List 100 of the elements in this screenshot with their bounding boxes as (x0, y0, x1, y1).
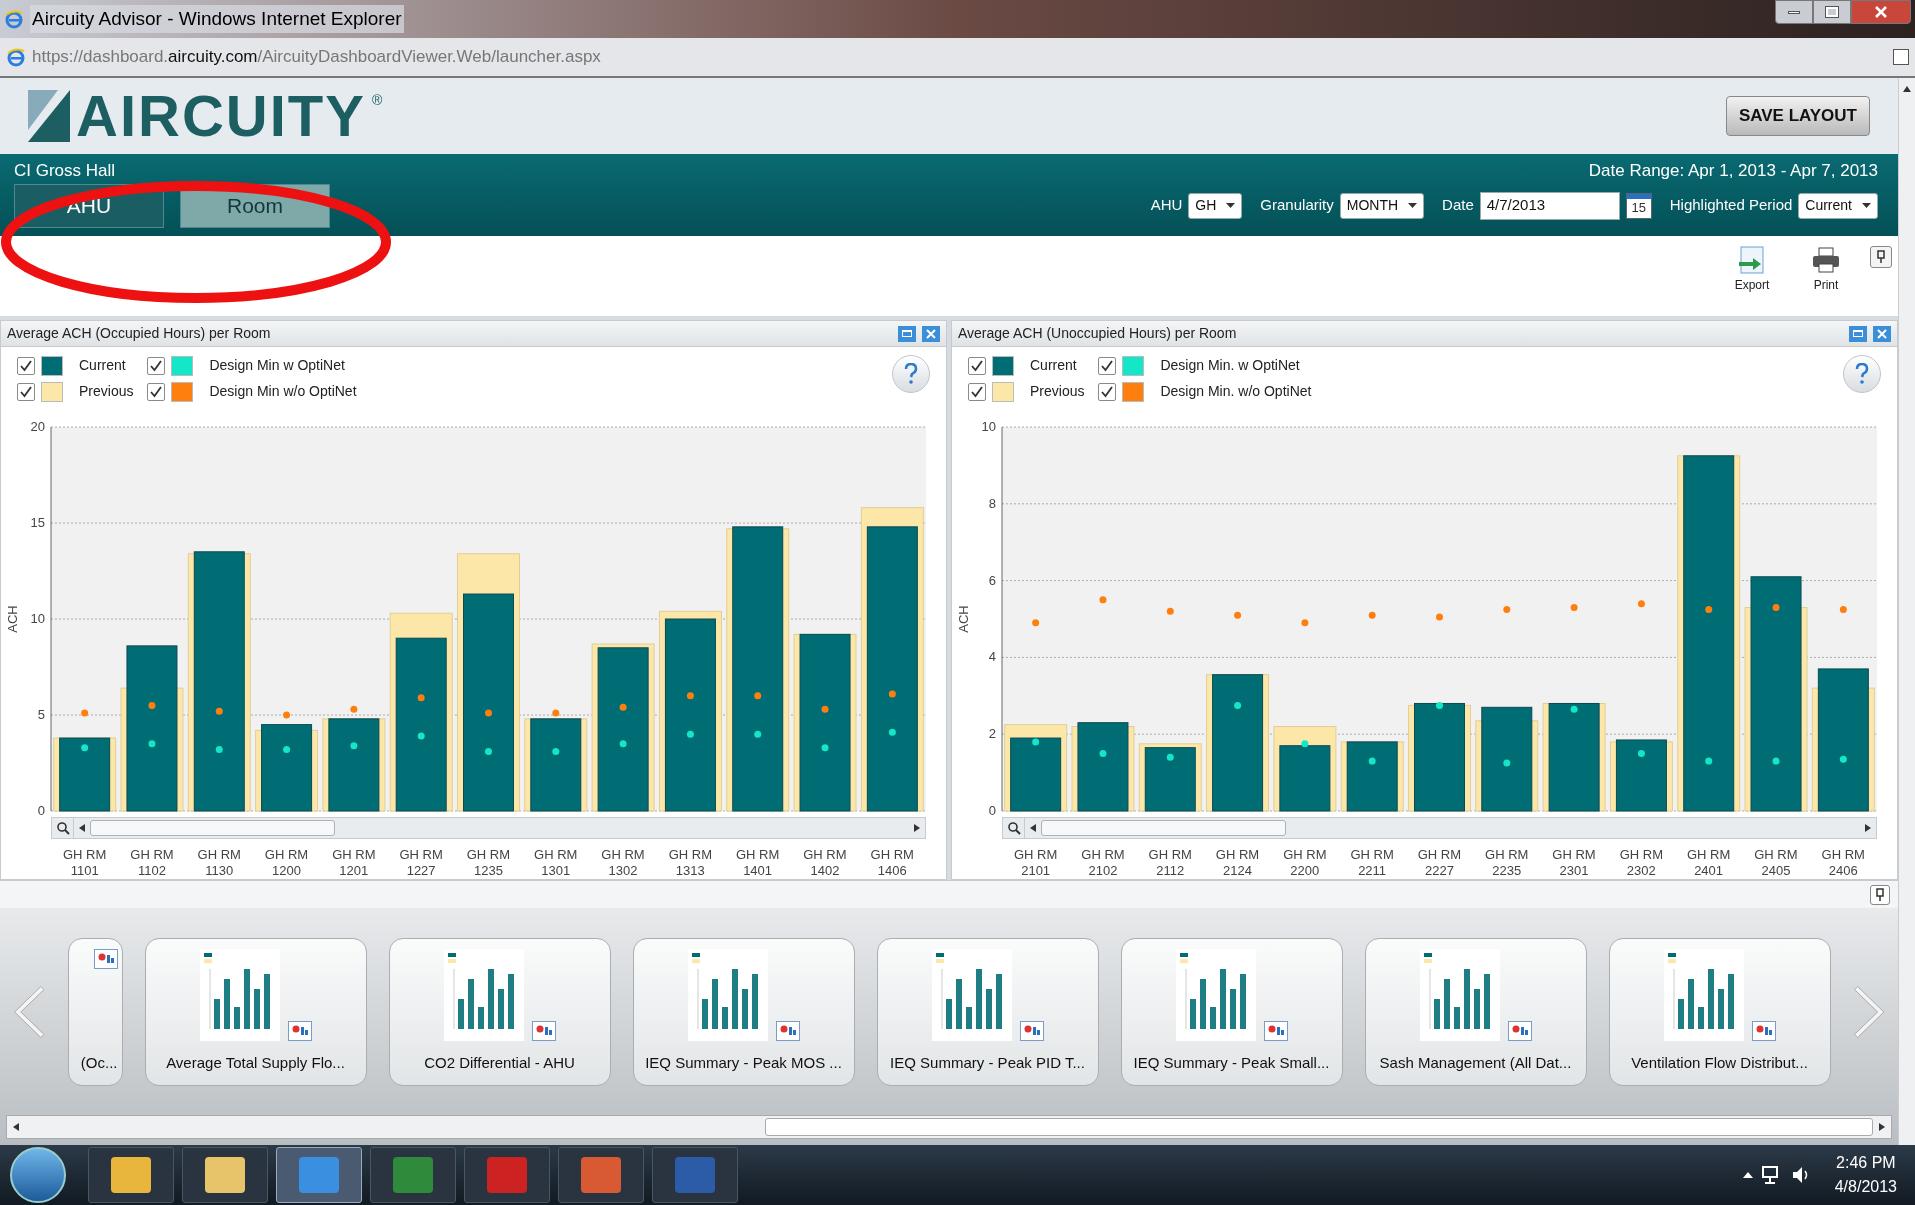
filter-label: Granularity (1260, 195, 1334, 216)
report-card[interactable]: (Oc... (67, 937, 123, 1086)
close-button[interactable] (1851, 0, 1911, 24)
dropdown[interactable]: GH (1188, 192, 1243, 219)
y-axis-label: ACH (956, 605, 971, 633)
scrollbar-thumb[interactable] (90, 820, 335, 836)
report-card[interactable]: Average Total Supply Flo... (144, 937, 367, 1086)
vertical-scrollbar[interactable] (1898, 78, 1915, 1145)
help-icon[interactable] (1843, 355, 1881, 393)
logo-text: AIRCUITY (76, 90, 366, 142)
legend-checkbox[interactable] (17, 382, 35, 401)
report-type-icon (1507, 1020, 1532, 1041)
report-card[interactable]: CO2 Differential - AHU (388, 937, 611, 1086)
pin-button[interactable] (1870, 884, 1890, 905)
x-axis-label: GH RM 2227 (1416, 847, 1463, 879)
help-icon[interactable] (892, 355, 930, 393)
maximize-icon[interactable] (1849, 325, 1867, 342)
report-card[interactable]: IEQ Summary - Peak PID T... (876, 937, 1099, 1086)
mail-app-icon[interactable] (88, 1147, 174, 1203)
design-min-point (1503, 605, 1511, 613)
date-field[interactable]: 4/7/2013 (1479, 191, 1620, 220)
calendar-button[interactable]: 15 (1625, 192, 1652, 219)
design-min-point (821, 705, 829, 713)
design-min-point (1099, 596, 1107, 604)
design-min-point (215, 707, 223, 715)
design-min-point (1436, 613, 1443, 621)
browser-app-icon[interactable] (276, 1147, 362, 1203)
panel-title: Average ACH (Unoccupied Hours) per Room (958, 324, 1237, 343)
legend-checkbox[interactable] (968, 382, 986, 401)
scroll-left-icon[interactable] (13, 1123, 19, 1131)
presentation-app-icon[interactable] (558, 1147, 644, 1203)
x-axis-label: GH RM 1235 (465, 847, 512, 879)
compatibility-icon[interactable] (1893, 49, 1909, 65)
design-min-point (1032, 738, 1040, 746)
y-tick-label: 15 (30, 515, 45, 530)
legend-swatch (1122, 355, 1145, 376)
scrollbar-thumb[interactable] (1041, 820, 1286, 836)
y-tick-label: 10 (30, 611, 45, 626)
report-card[interactable]: IEQ Summary - Peak MOS ... (632, 937, 855, 1086)
folder-app-icon[interactable] (182, 1147, 268, 1203)
scroll-right-icon[interactable] (1879, 1123, 1885, 1131)
dropdown[interactable]: Current (1798, 192, 1878, 219)
report-card-label: IEQ Summary - Peak Small... (1133, 1053, 1330, 1073)
report-type-icon (1019, 1020, 1044, 1041)
x-axis-label: GH RM 1302 (600, 847, 646, 879)
design-min-point (1301, 740, 1309, 748)
x-axis-label: GH RM 2406 (1820, 847, 1866, 879)
export-button[interactable]: Export (1722, 246, 1782, 294)
y-tick-label: 0 (988, 803, 996, 817)
report-card[interactable]: Sash Management (All Dat... (1364, 937, 1587, 1086)
report-card[interactable]: Ventilation Flow Distribut... (1608, 937, 1831, 1086)
y-tick-label: 0 (37, 803, 45, 817)
y-axis-label: ACH (5, 605, 20, 633)
design-min-point (1436, 701, 1443, 709)
start-button[interactable] (10, 1147, 66, 1203)
design-min-point (1839, 605, 1847, 613)
x-axis-label: GH RM 2405 (1753, 847, 1799, 879)
maximize-icon[interactable] (898, 325, 916, 342)
save-layout-button[interactable]: SAVE LAYOUT (1725, 96, 1870, 136)
window-title: Aircuity Advisor - Windows Internet Explorer (30, 4, 404, 34)
y-tick-label: 10 (981, 419, 996, 434)
clock-date[interactable]: 4/8/2013 (1834, 1175, 1897, 1199)
design-min-point (821, 744, 829, 752)
legend-checkbox[interactable] (968, 356, 986, 375)
legend-checkbox[interactable] (147, 356, 166, 375)
pin-button[interactable] (1870, 246, 1892, 268)
printer-icon (1811, 246, 1841, 274)
close-icon[interactable] (1873, 325, 1891, 342)
report-type-icon (1263, 1020, 1288, 1041)
design-min-point (754, 692, 762, 700)
design-min-point (1301, 619, 1309, 627)
scroll-up-icon[interactable] (1903, 86, 1911, 92)
pin-icon (1875, 887, 1885, 902)
y-tick-label: 8 (988, 495, 996, 511)
spreadsheet-app-icon[interactable] (370, 1147, 456, 1203)
restore-button[interactable] (1813, 0, 1851, 24)
dropdown[interactable]: MONTH (1339, 192, 1425, 219)
close-icon[interactable] (922, 325, 940, 342)
caret-icon (1862, 203, 1871, 208)
y-tick-label: 6 (988, 572, 996, 588)
report-type-icon (93, 948, 118, 969)
legend-checkbox[interactable] (147, 382, 166, 401)
show-hidden-icons-icon[interactable] (1742, 1172, 1753, 1178)
x-axis-label: GH RM 2101 (1012, 847, 1059, 879)
minimize-button[interactable] (1775, 0, 1813, 24)
design-min-point (1570, 604, 1578, 611)
design-min-point (485, 709, 492, 717)
report-card-label: IEQ Summary - Peak MOS ... (645, 1053, 842, 1073)
y-tick-label: 20 (30, 419, 45, 434)
print-button[interactable]: Print (1796, 246, 1856, 294)
legend-checkbox[interactable] (17, 356, 35, 375)
x-axis-label: GH RM 2211 (1349, 847, 1395, 879)
registered-mark: ® (371, 91, 383, 110)
x-axis-label: GH RM 2124 (1214, 847, 1261, 879)
legend-checkbox[interactable] (1098, 382, 1117, 401)
horizontal-scrollbar-thumb[interactable] (765, 1118, 1873, 1136)
x-axis-label: GH RM 1130 (196, 847, 242, 879)
legend-checkbox[interactable] (1098, 356, 1117, 375)
report-card[interactable]: IEQ Summary - Peak Small... (1120, 937, 1343, 1086)
clock-time[interactable]: 2:46 PM (1836, 1151, 1896, 1175)
